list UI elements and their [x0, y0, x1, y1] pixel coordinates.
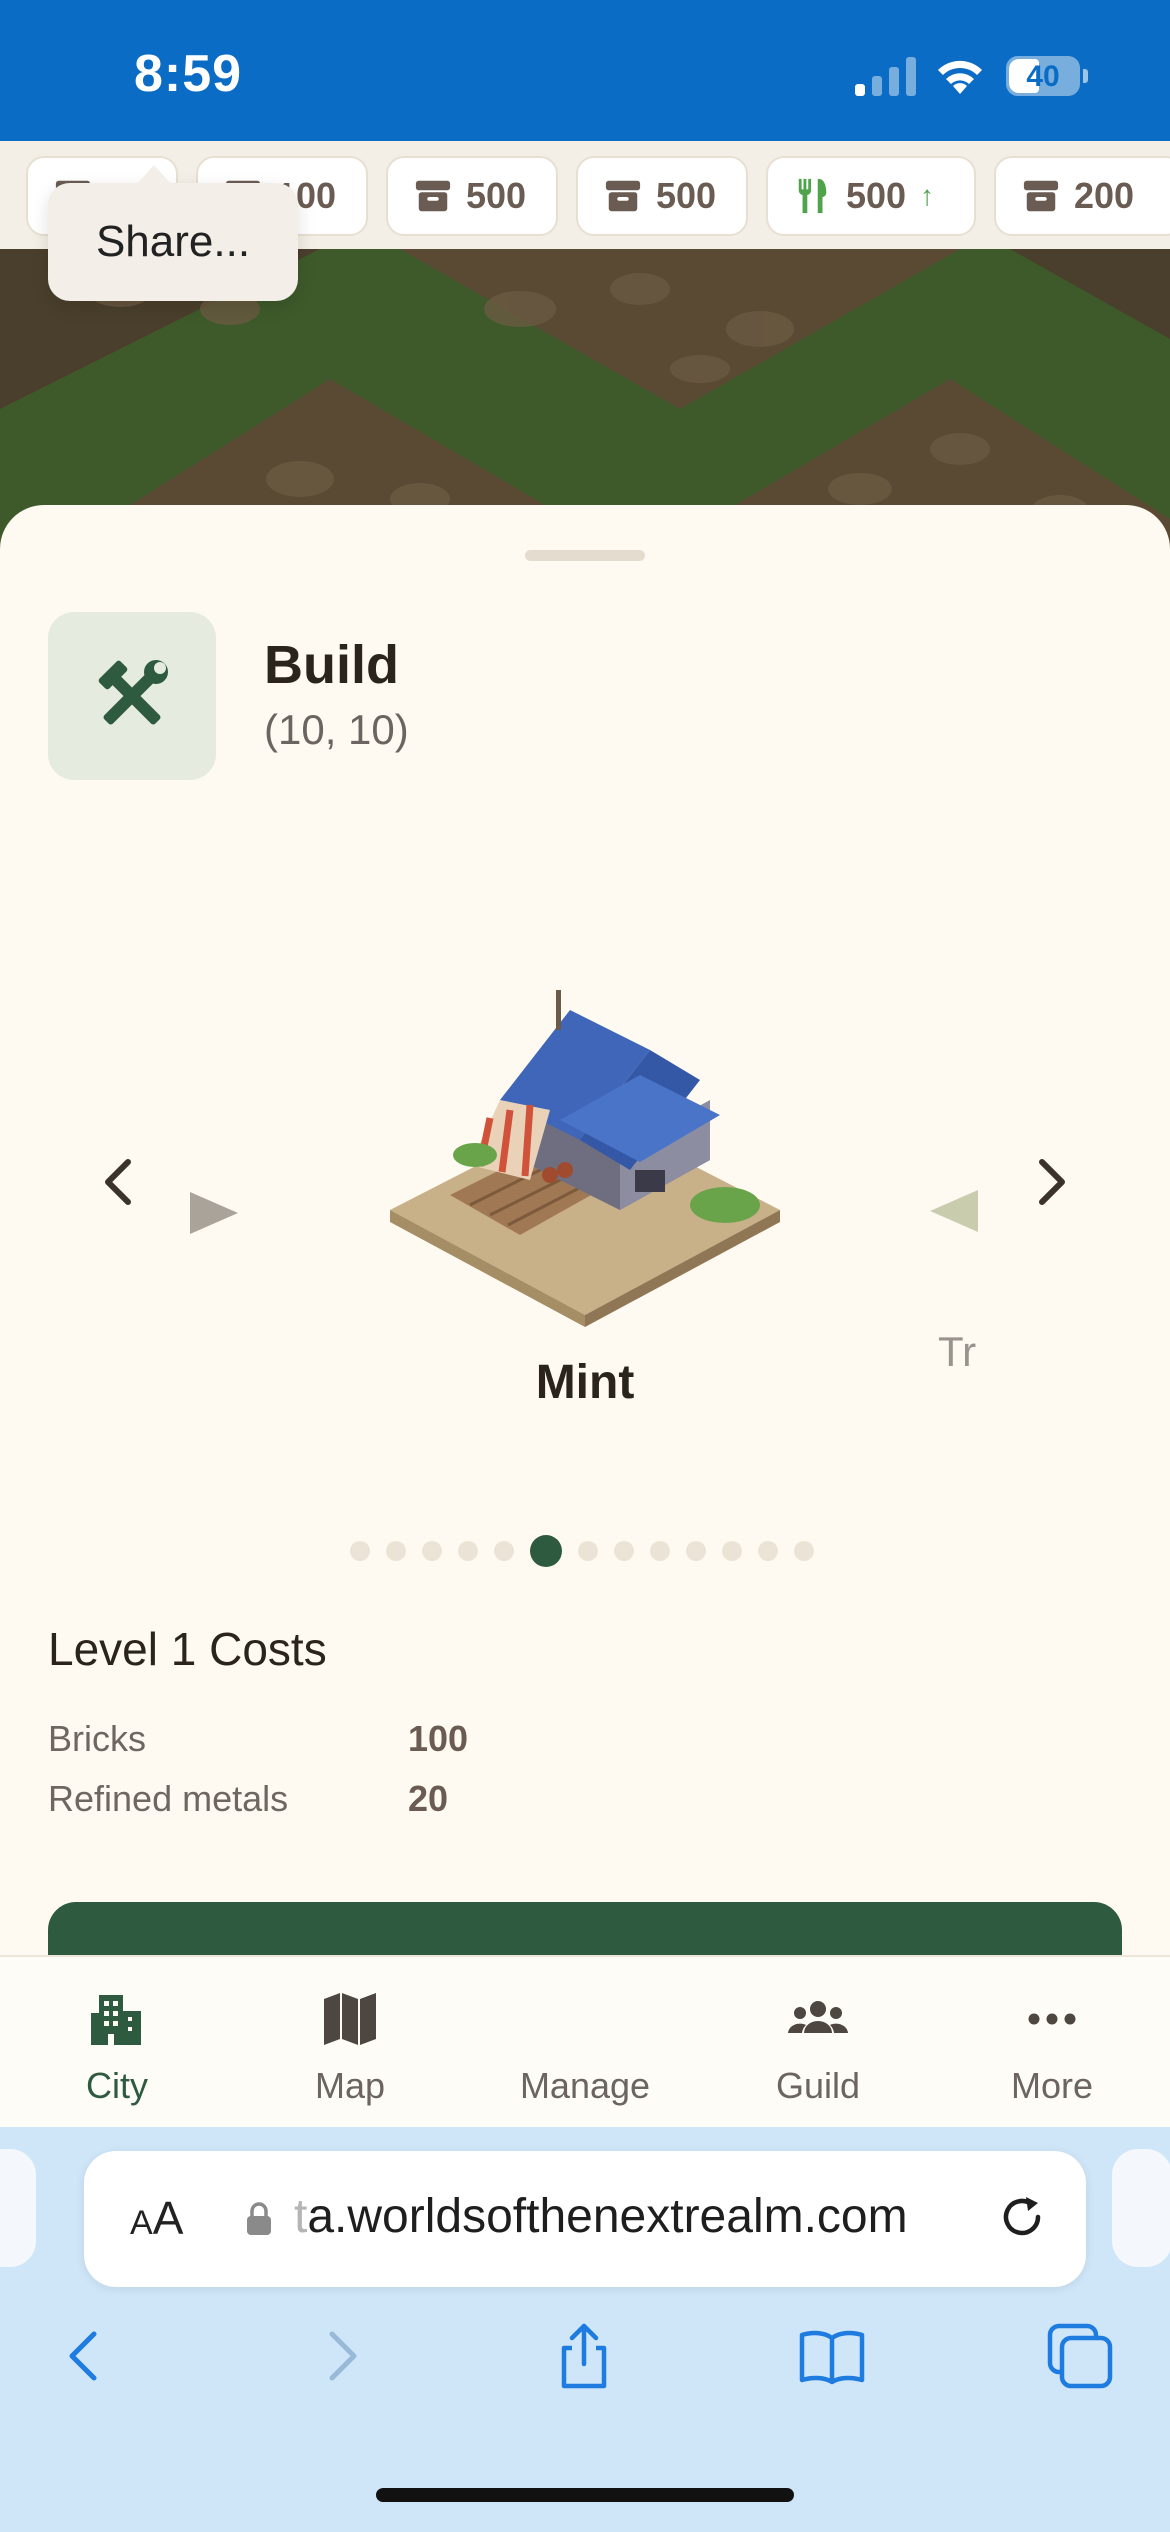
crate-icon	[1023, 180, 1059, 212]
previous-tab-preview[interactable]	[0, 2149, 36, 2267]
status-bar: 8:59 40	[0, 0, 1170, 141]
pagination-dot[interactable]	[530, 1535, 562, 1567]
chevron-left-icon[interactable]	[90, 1152, 150, 1212]
mint-building-image[interactable]	[380, 990, 790, 1330]
food-icon	[798, 178, 827, 214]
tab-label: Guild	[775, 2065, 861, 2106]
tab-map[interactable]: Map	[250, 1987, 450, 2107]
next-building-peek[interactable]	[928, 1186, 978, 1236]
resource-chip-4[interactable]: 500	[576, 156, 748, 236]
cost-value: 100	[408, 1718, 469, 1759]
build-panel-icon	[48, 612, 216, 780]
url-text: ta.worldsofthenextrealm.com	[294, 2189, 908, 2244]
crate-icon	[415, 180, 451, 212]
share-popup[interactable]: Share...	[48, 165, 298, 301]
pagination-dot[interactable]	[386, 1541, 406, 1561]
tab-label: Map	[314, 2065, 386, 2106]
battery-level: 40	[1026, 60, 1060, 93]
map-icon	[324, 1993, 376, 2045]
trend-up-icon: ↑	[920, 180, 935, 211]
chevron-right-icon[interactable]	[1020, 1152, 1080, 1212]
resource-chip-6[interactable]: 200	[994, 156, 1170, 236]
crate-icon	[605, 180, 641, 212]
pagination-dot[interactable]	[758, 1541, 778, 1561]
resource-chip-3[interactable]: 500	[386, 156, 558, 236]
cost-label: Bricks	[48, 1718, 146, 1759]
forward-icon[interactable]	[304, 2320, 376, 2392]
pagination-dot[interactable]	[494, 1541, 514, 1561]
tab-label: More	[1010, 2065, 1094, 2106]
tab-guild[interactable]: Guild	[718, 1987, 918, 2107]
pagination-dot[interactable]	[650, 1541, 670, 1561]
pagination-dot[interactable]	[422, 1541, 442, 1561]
previous-building-peek[interactable]	[190, 1188, 240, 1238]
pagination-dot[interactable]	[794, 1541, 814, 1561]
reload-icon[interactable]	[994, 2189, 1050, 2245]
pagination-dot[interactable]	[458, 1541, 478, 1561]
home-indicator[interactable]	[376, 2488, 794, 2502]
resource-value: 500	[466, 175, 527, 216]
sheet-grabber[interactable]	[525, 550, 645, 561]
url-faded-prefix: t	[294, 2190, 308, 2243]
manage-icon	[553, 1987, 617, 2051]
lock-icon	[247, 2202, 271, 2235]
share-icon[interactable]	[548, 2320, 620, 2392]
pagination-dot[interactable]	[350, 1541, 370, 1561]
pagination-dot[interactable]	[686, 1541, 706, 1561]
hammer-wrench-icon	[98, 660, 168, 725]
next-tab-preview[interactable]	[1112, 2149, 1170, 2267]
building-name: Mint	[535, 1356, 635, 1409]
bottom-tab-bar: City Map Manage Guild More	[0, 1955, 1170, 2127]
next-building-name: Tra	[938, 1328, 978, 1375]
resource-chip-food[interactable]: 500 ↑	[766, 156, 976, 236]
resource-value: 200	[1074, 175, 1135, 216]
city-icon	[91, 1995, 141, 2045]
tabs-icon[interactable]	[1044, 2320, 1116, 2392]
cellular-signal-icon	[855, 57, 916, 96]
resource-value: 500	[656, 175, 717, 216]
tab-label: Manage	[519, 2065, 651, 2106]
pagination-dot[interactable]	[578, 1541, 598, 1561]
group-icon	[788, 2001, 848, 2033]
battery-icon: 40	[1006, 56, 1088, 96]
cost-value: 20	[408, 1778, 449, 1819]
build-button[interactable]	[48, 1902, 1122, 1962]
status-time: 8:59	[134, 45, 243, 103]
wifi-icon	[938, 60, 982, 94]
carousel-pagination	[350, 1534, 830, 1568]
tab-city[interactable]: City	[17, 1987, 217, 2107]
panel-title: Build	[264, 635, 399, 695]
tab-more[interactable]: More	[952, 1987, 1152, 2107]
tab-manage[interactable]: Manage	[485, 1987, 685, 2107]
cost-label: Refined metals	[48, 1778, 289, 1819]
url-domain: a.worldsofthenextrealm.com	[307, 2190, 908, 2243]
resource-value: 500	[846, 175, 907, 216]
pagination-dot[interactable]	[722, 1541, 742, 1561]
text-size-button[interactable]: AA	[130, 2191, 183, 2245]
costs-title: Level 1 Costs	[48, 1623, 327, 1675]
more-icon	[1028, 2013, 1076, 2025]
tab-label: City	[86, 2065, 148, 2106]
address-bar[interactable]: AA ta.worldsofthenextrealm.com	[84, 2151, 1086, 2287]
back-icon[interactable]	[50, 2320, 122, 2392]
bookmarks-icon[interactable]	[796, 2320, 868, 2392]
pagination-dot[interactable]	[614, 1541, 634, 1561]
panel-coords: (10, 10)	[264, 706, 409, 753]
